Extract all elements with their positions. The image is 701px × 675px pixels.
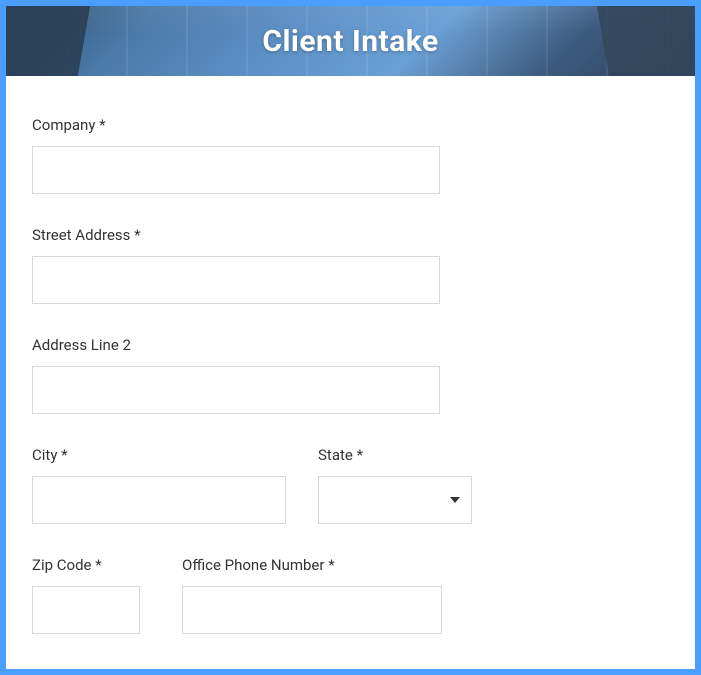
state-select-wrapper <box>318 476 472 524</box>
form-body: Company * Street Address * Address Line … <box>6 76 695 669</box>
zip-code-input[interactable] <box>32 586 140 634</box>
zip-phone-row: Zip Code * Office Phone Number * <box>32 556 669 634</box>
address-line-2-field-group: Address Line 2 <box>32 336 669 414</box>
state-select[interactable] <box>318 476 472 524</box>
form-container: Client Intake Company * Street Address *… <box>6 6 695 669</box>
office-phone-input[interactable] <box>182 586 442 634</box>
page-title: Client Intake <box>262 24 438 59</box>
zip-code-field-group: Zip Code * <box>32 556 140 634</box>
street-address-field-group: Street Address * <box>32 226 669 304</box>
form-header: Client Intake <box>6 6 695 76</box>
office-phone-label: Office Phone Number * <box>182 556 442 574</box>
company-label: Company * <box>32 116 669 134</box>
state-field-group: State * <box>318 446 472 524</box>
state-label: State * <box>318 446 472 464</box>
city-field-group: City * <box>32 446 286 524</box>
address-line-2-label: Address Line 2 <box>32 336 669 354</box>
street-address-label: Street Address * <box>32 226 669 244</box>
office-phone-field-group: Office Phone Number * <box>182 556 442 634</box>
company-field-group: Company * <box>32 116 669 194</box>
city-label: City * <box>32 446 286 464</box>
city-state-row: City * State * <box>32 446 669 524</box>
zip-code-label: Zip Code * <box>32 556 140 574</box>
address-line-2-input[interactable] <box>32 366 440 414</box>
company-input[interactable] <box>32 146 440 194</box>
city-input[interactable] <box>32 476 286 524</box>
street-address-input[interactable] <box>32 256 440 304</box>
